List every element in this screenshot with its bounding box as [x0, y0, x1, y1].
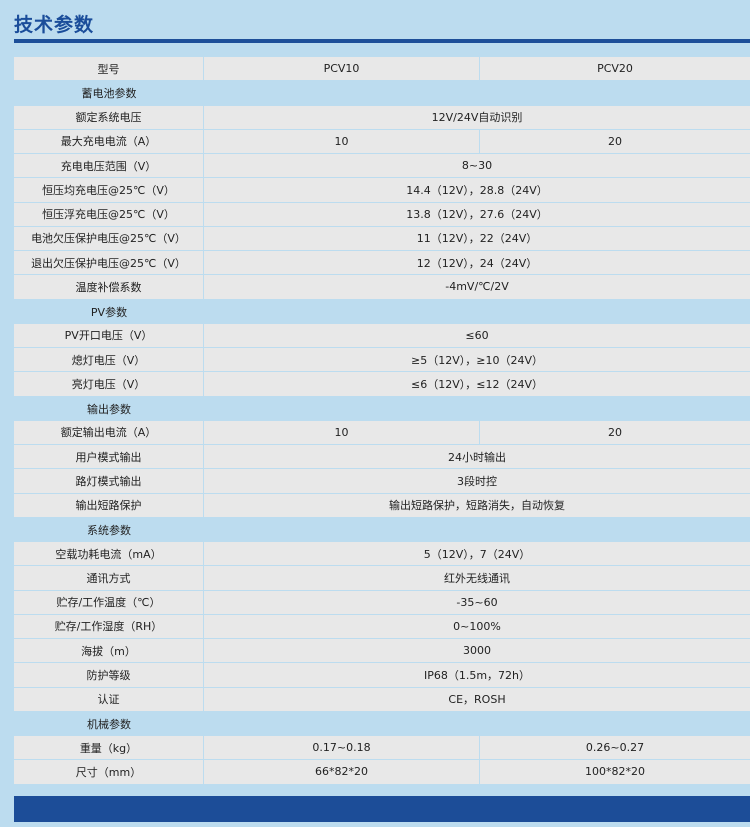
row-value-pcv10: 10: [204, 420, 480, 445]
table-row: 亮灯电压（V） ≤6（12V），≤12（24V）: [14, 372, 750, 397]
row-label: 额定系统电压: [14, 105, 204, 130]
row-value: 11（12V），22（24V）: [204, 226, 750, 251]
row-value: 12V/24V自动识别: [204, 105, 750, 130]
row-value-pcv10: 66*82*20: [204, 760, 480, 785]
section-header-row: PV参数: [14, 299, 750, 324]
row-label: 空载功耗电流（mA）: [14, 542, 204, 567]
row-label: 防护等级: [14, 663, 204, 688]
row-value: 3000: [204, 639, 750, 664]
row-value: 12（12V），24（24V）: [204, 251, 750, 276]
header-pcv10: PCV10: [204, 57, 480, 82]
row-value: 13.8（12V），27.6（24V）: [204, 202, 750, 227]
row-value: IP68（1.5m，72h）: [204, 663, 750, 688]
row-label: PV开口电压（V）: [14, 323, 204, 348]
table-row: 恒压浮充电压@25℃（V） 13.8（12V），27.6（24V）: [14, 202, 750, 227]
table-row: 用户模式输出 24小时输出: [14, 445, 750, 470]
table-row: 重量（kg） 0.17~0.18 0.26~0.27: [14, 736, 750, 761]
row-value-pcv10: 10: [204, 129, 480, 154]
row-label: 重量（kg）: [14, 736, 204, 761]
section-heading: PV参数: [14, 299, 204, 324]
row-value: 8~30: [204, 154, 750, 179]
row-value-pcv20: 20: [480, 420, 750, 445]
section-header-row: 机械参数: [14, 711, 750, 736]
title-divider: [14, 39, 750, 43]
row-value: 0~100%: [204, 614, 750, 639]
table-row: 额定系统电压 12V/24V自动识别: [14, 105, 750, 130]
row-value-pcv10: 0.17~0.18: [204, 736, 480, 761]
table-header-row: 型号 PCV10 PCV20: [14, 57, 750, 82]
row-label: 贮存/工作温度（℃）: [14, 590, 204, 615]
table-row: 额定输出电流（A） 10 20: [14, 420, 750, 445]
section-heading: 系统参数: [14, 517, 204, 542]
spec-table: 型号 PCV10 PCV20 蓄电池参数 额定系统电压 12V/24V自动识别 最大充…: [14, 57, 750, 785]
footer-bar: [14, 796, 750, 822]
section-heading: 蓄电池参数: [14, 81, 204, 106]
table-row: 温度补偿系数 -4mV/℃/2V: [14, 275, 750, 300]
table-row: 尺寸（mm） 66*82*20 100*82*20: [14, 760, 750, 785]
row-label: 温度补偿系数: [14, 275, 204, 300]
section-header-row: 蓄电池参数: [14, 81, 750, 106]
row-value: -35~60: [204, 590, 750, 615]
row-label: 认证: [14, 687, 204, 712]
section-heading: 输出参数: [14, 396, 204, 421]
table-row: 最大充电电流（A） 10 20: [14, 129, 750, 154]
section-header-row: 输出参数: [14, 396, 750, 421]
section-header-row: 系统参数: [14, 517, 750, 542]
row-label: 路灯模式输出: [14, 469, 204, 494]
row-value: ≥5（12V），≥10（24V）: [204, 348, 750, 373]
row-label: 尺寸（mm）: [14, 760, 204, 785]
row-label: 海拔（m）: [14, 639, 204, 664]
row-value: 输出短路保护，短路消失，自动恢复: [204, 493, 750, 518]
header-model-label: 型号: [14, 57, 204, 82]
row-value: 5（12V），7（24V）: [204, 542, 750, 567]
table-row: 恒压均充电压@25℃（V） 14.4（12V），28.8（24V）: [14, 178, 750, 203]
row-value-pcv20: 20: [480, 129, 750, 154]
row-value: 24小时输出: [204, 445, 750, 470]
row-label: 额定输出电流（A）: [14, 420, 204, 445]
table-row: 贮存/工作湿度（RH） 0~100%: [14, 614, 750, 639]
table-row: PV开口电压（V） ≤60: [14, 323, 750, 348]
row-value-pcv20: 100*82*20: [480, 760, 750, 785]
row-label: 电池欠压保护电压@25℃（V）: [14, 226, 204, 251]
row-label: 贮存/工作湿度（RH）: [14, 614, 204, 639]
row-label: 亮灯电压（V）: [14, 372, 204, 397]
table-row: 路灯模式输出 3段时控: [14, 469, 750, 494]
table-row: 退出欠压保护电压@25℃（V） 12（12V），24（24V）: [14, 251, 750, 276]
table-row: 通讯方式 红外无线通讯: [14, 566, 750, 591]
row-value: ≤60: [204, 323, 750, 348]
row-value: ≤6（12V），≤12（24V）: [204, 372, 750, 397]
row-value: CE，ROSH: [204, 687, 750, 712]
page-title: 技术参数: [14, 14, 95, 36]
row-value: 红外无线通讯: [204, 566, 750, 591]
table-row: 海拔（m） 3000: [14, 639, 750, 664]
row-label: 恒压浮充电压@25℃（V）: [14, 202, 204, 227]
table-row: 输出短路保护 输出短路保护，短路消失，自动恢复: [14, 493, 750, 518]
section-heading: 机械参数: [14, 711, 204, 736]
table-row: 认证 CE，ROSH: [14, 687, 750, 712]
row-label: 用户模式输出: [14, 445, 204, 470]
table-row: 防护等级 IP68（1.5m，72h）: [14, 663, 750, 688]
row-value-pcv20: 0.26~0.27: [480, 736, 750, 761]
table-row: 空载功耗电流（mA） 5（12V），7（24V）: [14, 542, 750, 567]
row-value: 14.4（12V），28.8（24V）: [204, 178, 750, 203]
row-label: 通讯方式: [14, 566, 204, 591]
row-value: 3段时控: [204, 469, 750, 494]
row-label: 退出欠压保护电压@25℃（V）: [14, 251, 204, 276]
row-label: 充电电压范围（V）: [14, 154, 204, 179]
row-label: 恒压均充电压@25℃（V）: [14, 178, 204, 203]
row-value: -4mV/℃/2V: [204, 275, 750, 300]
row-label: 熄灯电压（V）: [14, 348, 204, 373]
row-label: 输出短路保护: [14, 493, 204, 518]
header-pcv20: PCV20: [480, 57, 750, 82]
table-row: 电池欠压保护电压@25℃（V） 11（12V），22（24V）: [14, 226, 750, 251]
table-row: 充电电压范围（V） 8~30: [14, 154, 750, 179]
table-row: 贮存/工作温度（℃） -35~60: [14, 590, 750, 615]
table-row: 熄灯电压（V） ≥5（12V），≥10（24V）: [14, 348, 750, 373]
row-label: 最大充电电流（A）: [14, 129, 204, 154]
